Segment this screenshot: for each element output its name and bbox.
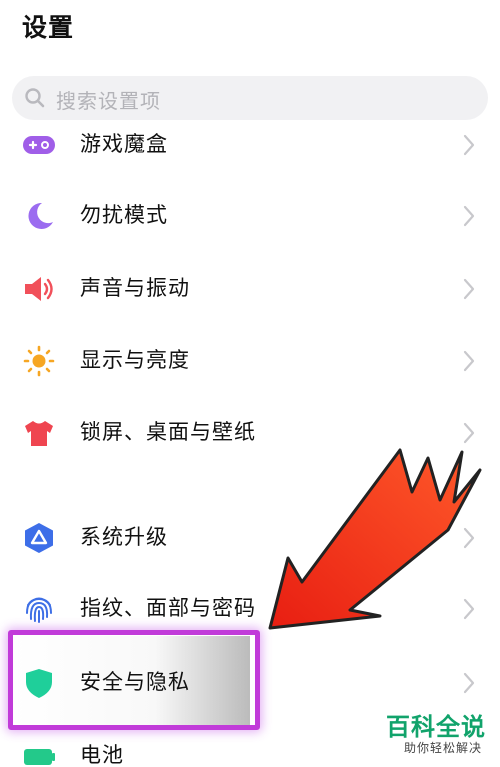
settings-item-display[interactable]: 显示与亮度 [0, 330, 500, 392]
watermark-logo: 百科全说 [386, 713, 486, 741]
chevron-right-icon [463, 672, 475, 694]
chevron-right-icon [463, 134, 475, 156]
settings-item-label: 游戏魔盒 [80, 132, 168, 156]
highlight-box [8, 630, 260, 730]
settings-item-label: 勿扰模式 [80, 203, 168, 227]
fingerprint-icon [26, 597, 52, 623]
watermark: 百科全说 助你轻松解决 [376, 707, 486, 757]
chevron-right-icon [463, 350, 475, 372]
search-icon [25, 88, 45, 108]
system-update-icon [25, 523, 53, 553]
moon-icon [28, 202, 53, 229]
tshirt-icon [25, 421, 53, 446]
settings-item-label: 系统升级 [80, 525, 168, 549]
watermark-subtitle: 助你轻松解决 [403, 741, 482, 755]
settings-item-label: 指纹、面部与密码 [80, 596, 256, 620]
settings-item-label: 锁屏、桌面与壁纸 [80, 420, 256, 444]
game-box-icon [23, 136, 55, 154]
battery-icon [24, 749, 55, 765]
settings-item-label: 声音与振动 [80, 276, 190, 300]
sun-icon [23, 345, 55, 377]
settings-item-do-not-disturb[interactable]: 勿扰模式 [0, 185, 500, 247]
red-arrow-annotation [268, 448, 482, 630]
speaker-icon [25, 277, 53, 301]
settings-item-sound[interactable]: 声音与振动 [0, 258, 500, 320]
settings-item-game-box[interactable]: 游戏魔盒 [0, 114, 500, 176]
settings-item-label: 显示与亮度 [80, 348, 190, 372]
chevron-right-icon [463, 205, 475, 227]
chevron-right-icon [463, 278, 475, 300]
page-title: 设置 [22, 13, 75, 42]
settings-item-label: 电池 [80, 743, 124, 767]
search-placeholder: 搜索设置项 [56, 89, 161, 113]
